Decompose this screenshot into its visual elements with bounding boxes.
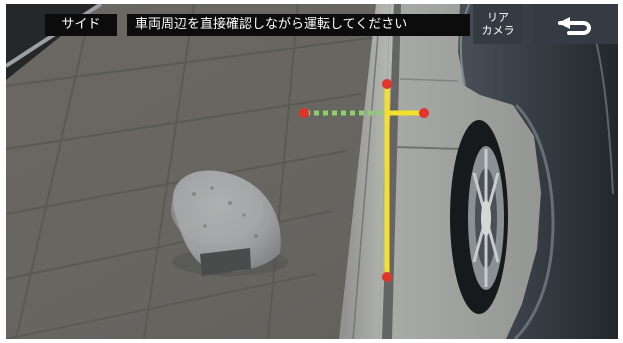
camera-view: サイド 車両周辺を直接確認しながら運転してください リア カメラ: [6, 4, 618, 339]
rear-camera-button-label-line-1: リア: [487, 11, 509, 24]
rear-camera-button[interactable]: リア カメラ: [473, 4, 523, 44]
side-mode-label: サイド: [45, 14, 117, 36]
camera-top-bar: サイド 車両周辺を直接確認しながら運転してください リア カメラ: [6, 4, 618, 44]
side-camera-scene: [6, 4, 618, 339]
u-turn-return-icon: [557, 17, 591, 35]
safety-warning-banner: 車両周辺を直接確認しながら運転してください: [127, 14, 470, 36]
rear-camera-button-label-line-2: カメラ: [481, 24, 515, 37]
back-button[interactable]: [533, 4, 618, 44]
